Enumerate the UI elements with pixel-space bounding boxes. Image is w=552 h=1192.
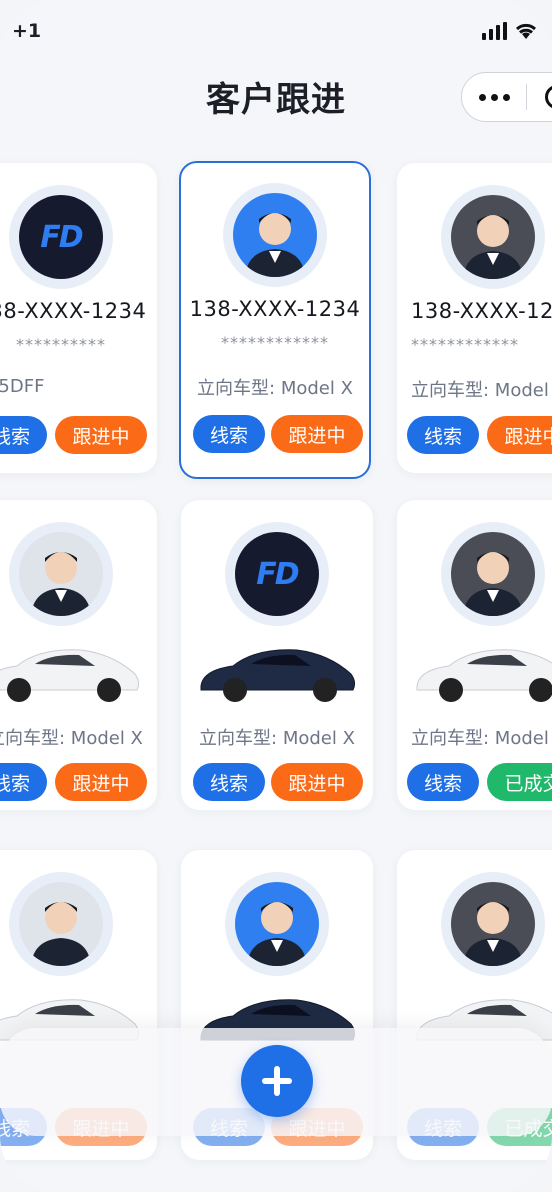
avatar [223,183,327,287]
avatar: FD [225,522,329,626]
status-tag: 已成交 [487,763,552,801]
customer-model: 立向车型: Model X [199,728,355,749]
customer-model: 立向车型: Model X [0,728,143,749]
carrier-label: +1 [12,20,42,42]
person-photo-icon [245,213,305,277]
lead-tag: 线索 [407,416,479,454]
customer-phone: 138-XXXX-1234 [411,299,552,323]
avatar [9,522,113,626]
customer-card-selected[interactable]: 138-XXXX-1234 ************ 立向车型: Model X… [179,161,371,479]
person-photo-icon [463,552,523,616]
customer-model: 立向车型: Model X [197,378,353,399]
status-tag: 跟进中 [271,415,363,453]
customer-model: 立向车型: Model [411,728,549,749]
customer-masked-name: ************ [411,335,519,354]
signal-icon [482,22,507,40]
person-photo-icon [31,902,91,966]
plus-icon [262,1066,292,1096]
avatar: FD [9,185,113,289]
avatar [441,185,545,289]
avatar [441,872,545,976]
status-tag: 跟进中 [55,416,147,454]
mini-program-capsule[interactable] [461,72,552,122]
avatar [441,522,545,626]
status-tag: 跟进中 [55,763,147,801]
customer-phone: 138-XXXX-1234 [0,299,147,323]
white-car-image [416,649,552,702]
customer-card[interactable]: 立向车型: Model 线索 已成交 [397,500,552,810]
close-target-icon[interactable] [545,85,552,109]
lead-tag: 线索 [193,415,265,453]
lead-tag: 线索 [193,763,265,801]
person-photo-icon [247,902,307,966]
status-tag: 跟进中 [487,416,552,454]
avatar [9,872,113,976]
person-photo-icon [463,215,523,279]
brand-logo-icon: FD [256,556,299,592]
lead-tag: 线索 [407,763,479,801]
customer-masked-name: ********** [16,335,106,354]
wifi-icon [515,23,537,39]
person-photo-icon [31,552,91,616]
customer-card[interactable]: 立向车型: Model X 线索 跟进中 [0,500,157,810]
customer-card[interactable]: FD 立向车型: Model X 线索 跟进中 [181,500,373,810]
person-photo-icon [463,902,523,966]
capsule-divider [526,84,527,110]
lead-tag: 线索 [0,763,47,801]
more-icon[interactable] [462,93,526,101]
avatar [225,872,329,976]
brand-logo-icon: FD [40,219,83,255]
status-bar: +1 [0,18,552,48]
customer-phone: 138-XXXX-1234 [189,297,361,321]
customer-card[interactable]: 138-XXXX-1234 ************ 立向车型: Model 线… [397,163,552,473]
add-customer-button[interactable] [241,1045,313,1117]
lead-tag: 线索 [0,416,47,454]
status-icons [482,22,538,40]
white-car-image [0,649,140,702]
navy-car-image [200,649,356,702]
status-tag: 跟进中 [271,763,363,801]
phone-screen: +1 客户跟进 FD 138-XXXX-1234 ********** S5DF… [0,0,552,1192]
customer-model: 立向车型: Model [411,380,549,401]
customer-model: S5DFF [0,376,45,397]
customer-masked-name: ************ [221,333,329,352]
customer-card[interactable]: FD 138-XXXX-1234 ********** S5DFF 线索 跟进中 [0,163,157,473]
